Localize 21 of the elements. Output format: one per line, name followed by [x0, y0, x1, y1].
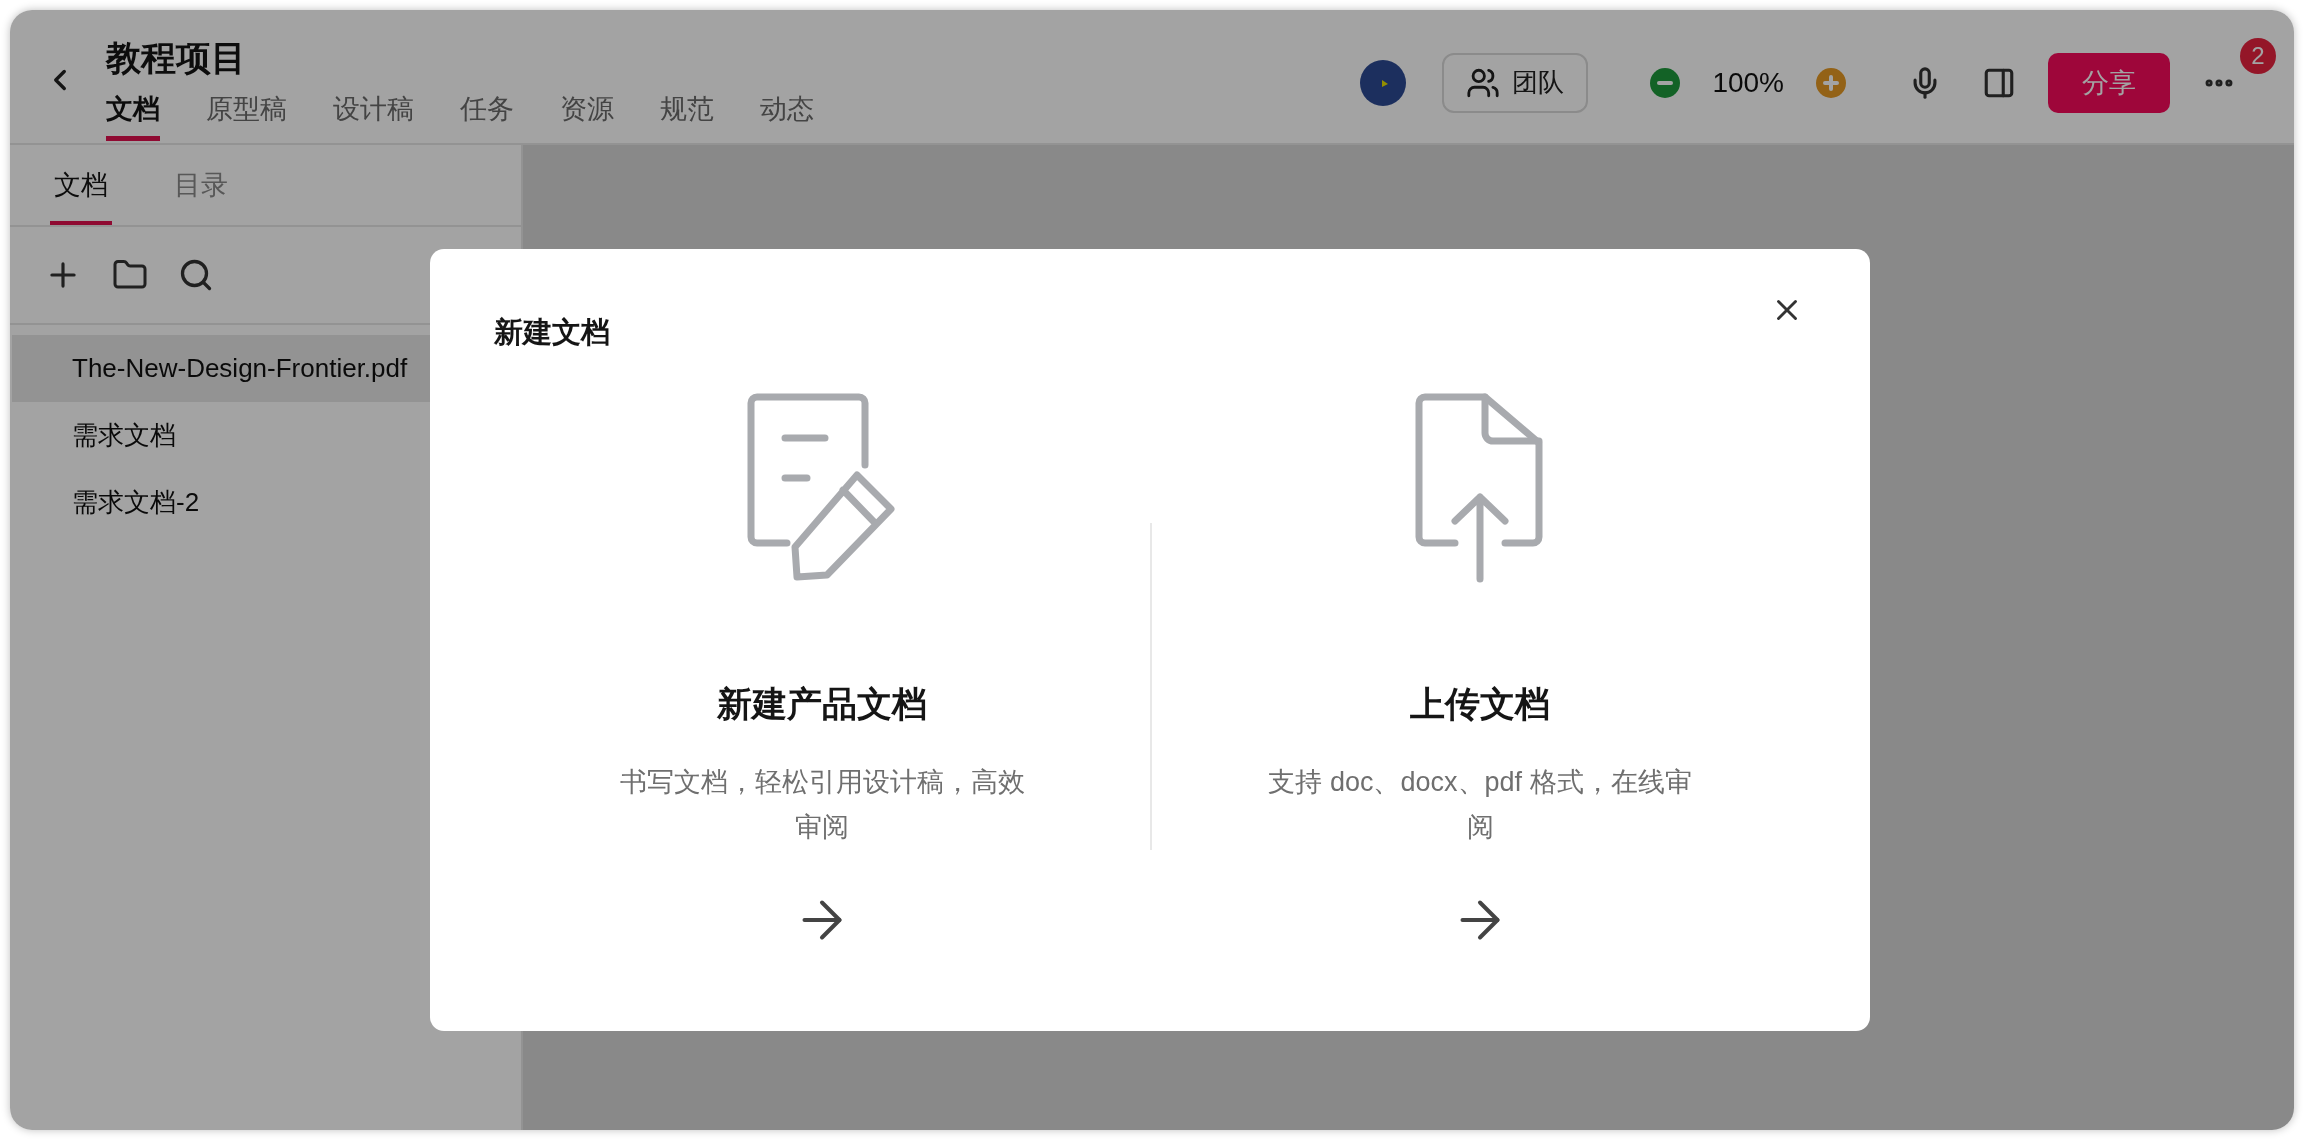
document-upload-icon: [1415, 393, 1545, 583]
nav-tab[interactable]: 动态: [760, 92, 814, 141]
nav-tab[interactable]: 规范: [660, 92, 714, 141]
sidebar-tab[interactable]: 文档: [50, 167, 112, 225]
notification-badge: 2: [2240, 37, 2276, 74]
option-description: 书写文档，轻松引用设计稿，高效审阅: [618, 766, 1026, 844]
share-button[interactable]: 分享: [2048, 52, 2170, 113]
nav-tab[interactable]: 资源: [560, 92, 614, 141]
project-title: 教程项目: [106, 37, 247, 79]
option-title: 上传文档: [1410, 683, 1550, 725]
document-pencil-icon: [747, 393, 897, 583]
nav-tab[interactable]: 设计稿: [333, 92, 414, 141]
zoom-level: 100%: [1712, 66, 1784, 99]
zoom-out-icon[interactable]: [1650, 67, 1681, 98]
avatar[interactable]: [1360, 59, 1407, 106]
document-option[interactable]: 上传文档 支持 doc、docx、pdf 格式，在线审阅: [1152, 393, 1808, 950]
nav-tab[interactable]: 任务: [460, 92, 514, 141]
option-description: 支持 doc、docx、pdf 格式，在线审阅: [1267, 766, 1693, 844]
nav-tab[interactable]: 原型稿: [206, 92, 287, 141]
option-title: 新建产品文档: [717, 683, 927, 725]
team-button[interactable]: 团队: [1442, 52, 1589, 113]
